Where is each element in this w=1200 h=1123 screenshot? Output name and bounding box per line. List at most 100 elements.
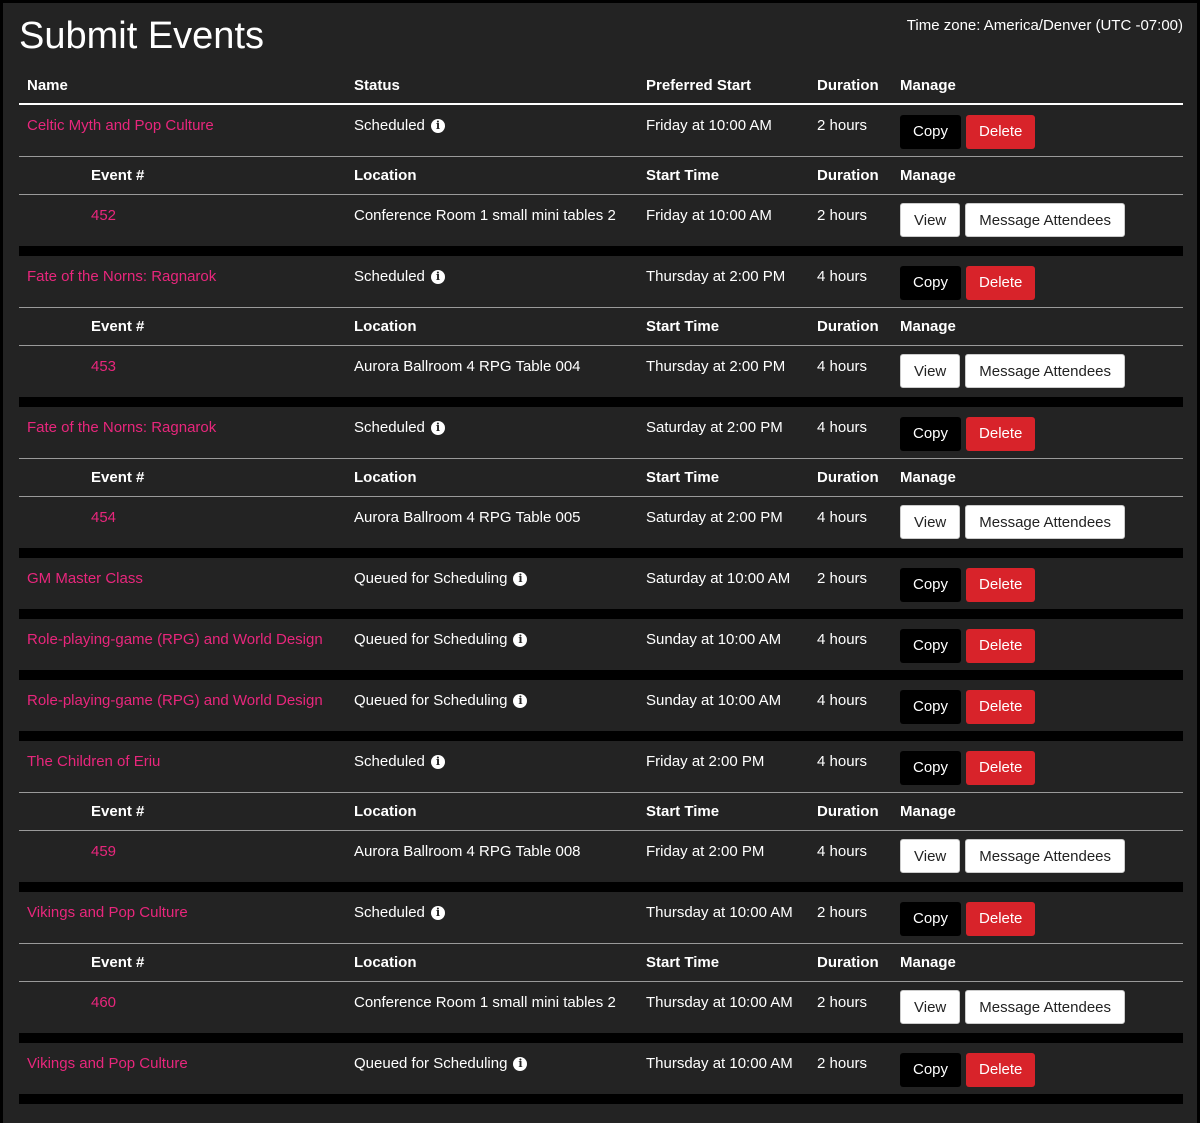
delete-button[interactable]: Delete: [966, 115, 1036, 149]
session-start-time: Friday at 10:00 AM: [646, 207, 772, 224]
event-status: Queued for Scheduling i: [354, 570, 528, 588]
header-manage: Manage: [900, 803, 956, 820]
message-attendees-button[interactable]: Message Attendees: [965, 990, 1126, 1024]
manage-actions: Copy Delete: [900, 1053, 1036, 1087]
copy-button[interactable]: Copy: [900, 629, 962, 663]
event-status: Scheduled i: [354, 753, 445, 771]
view-button[interactable]: View: [900, 354, 961, 388]
info-icon[interactable]: i: [430, 421, 445, 435]
header-location: Location: [354, 803, 417, 820]
session-manage-actions: View Message Attendees: [900, 839, 1126, 873]
message-attendees-button[interactable]: Message Attendees: [965, 203, 1126, 237]
view-button[interactable]: View: [900, 990, 961, 1024]
message-attendees-button[interactable]: Message Attendees: [965, 354, 1126, 388]
event-row: GM Master Class Queued for Scheduling i Sat…: [19, 558, 1183, 609]
duration: 2 hours: [817, 904, 868, 921]
session-duration: 2 hours: [817, 207, 868, 224]
delete-button[interactable]: Delete: [966, 1053, 1036, 1087]
session-duration: 4 hours: [817, 358, 868, 375]
event-number-link[interactable]: 460: [91, 994, 116, 1011]
view-button[interactable]: View: [900, 839, 961, 873]
header-status: Status: [354, 77, 400, 94]
duration: 2 hours: [817, 1055, 868, 1072]
event-number-cell: 452: [91, 207, 116, 225]
delete-button[interactable]: Delete: [966, 417, 1036, 451]
event-number-link[interactable]: 453: [91, 358, 116, 375]
page-title: Submit Events: [19, 15, 264, 57]
status-text: Scheduled: [354, 419, 425, 436]
info-icon[interactable]: i: [513, 694, 528, 708]
delete-button[interactable]: Delete: [966, 568, 1036, 602]
info-icon[interactable]: i: [430, 119, 445, 133]
message-attendees-button[interactable]: Message Attendees: [965, 505, 1126, 539]
copy-button[interactable]: Copy: [900, 902, 962, 936]
delete-button[interactable]: Delete: [966, 902, 1036, 936]
event-name-link[interactable]: Vikings and Pop Culture: [27, 1055, 188, 1072]
event-row: Vikings and Pop Culture Queued for Schedu…: [19, 1043, 1183, 1094]
row-separator: [19, 246, 1183, 256]
info-icon[interactable]: i: [513, 1057, 528, 1071]
view-button[interactable]: View: [900, 203, 961, 237]
event-status: Scheduled i: [354, 117, 445, 135]
event-row: Celtic Myth and Pop Culture Scheduled i Fri…: [19, 105, 1183, 156]
copy-button[interactable]: Copy: [900, 115, 962, 149]
preferred-start: Sunday at 10:00 AM: [646, 692, 782, 709]
view-button[interactable]: View: [900, 505, 961, 539]
event-row: Vikings and Pop Culture Scheduled i Thursda…: [19, 892, 1183, 943]
copy-button[interactable]: Copy: [900, 266, 962, 300]
event-number-link[interactable]: 452: [91, 207, 116, 224]
info-icon[interactable]: i: [513, 572, 528, 586]
duration: 4 hours: [817, 419, 868, 436]
copy-button[interactable]: Copy: [900, 417, 962, 451]
duration: 2 hours: [817, 117, 868, 134]
manage-actions: Copy Delete: [900, 629, 1036, 663]
header-location: Location: [354, 954, 417, 971]
event-name-link[interactable]: Fate of the Norns: Ragnarok: [27, 419, 216, 436]
event-name-link[interactable]: Fate of the Norns: Ragnarok: [27, 268, 216, 285]
session-location: Conference Room 1 small mini tables 2: [354, 994, 616, 1011]
delete-button[interactable]: Delete: [966, 690, 1036, 724]
duration: 4 hours: [817, 268, 868, 285]
session-duration: 4 hours: [817, 509, 868, 526]
info-icon[interactable]: i: [430, 755, 445, 769]
event-number-link[interactable]: 454: [91, 509, 116, 526]
header-duration: Duration: [817, 803, 879, 820]
event-name-link[interactable]: Celtic Myth and Pop Culture: [27, 117, 214, 134]
table-header: Name Status Preferred Start Duration Man…: [19, 66, 1183, 105]
message-attendees-button[interactable]: Message Attendees: [965, 839, 1126, 873]
event-number-cell: 460: [91, 994, 116, 1012]
preferred-start: Saturday at 2:00 PM: [646, 419, 783, 436]
event-status: Scheduled i: [354, 419, 445, 437]
event-name-link[interactable]: Role-playing-game (RPG) and World Design: [27, 631, 323, 648]
delete-button[interactable]: Delete: [966, 629, 1036, 663]
event-name-link[interactable]: The Children of Eriu: [27, 753, 160, 770]
header-manage: Manage: [900, 954, 956, 971]
session-duration: 4 hours: [817, 843, 868, 860]
status-text: Scheduled: [354, 753, 425, 770]
session-duration: 2 hours: [817, 994, 868, 1011]
event-name-link[interactable]: Role-playing-game (RPG) and World Design: [27, 692, 323, 709]
event-number-cell: 453: [91, 358, 116, 376]
status-text: Queued for Scheduling: [354, 692, 508, 709]
session-manage-actions: View Message Attendees: [900, 203, 1126, 237]
header-event-num: Event #: [91, 167, 145, 184]
event-number-link[interactable]: 459: [91, 843, 116, 860]
submit-events-page: Submit Events Time zone: America/Denver …: [3, 3, 1197, 1123]
delete-button[interactable]: Delete: [966, 266, 1036, 300]
event-name-link[interactable]: Vikings and Pop Culture: [27, 904, 188, 921]
event-name-link[interactable]: GM Master Class: [27, 570, 143, 587]
copy-button[interactable]: Copy: [900, 751, 962, 785]
header-start-time: Start Time: [646, 803, 720, 820]
copy-button[interactable]: Copy: [900, 1053, 962, 1087]
row-separator: [19, 882, 1183, 892]
events-table: Name Status Preferred Start Duration Man…: [19, 66, 1183, 1104]
copy-button[interactable]: Copy: [900, 568, 962, 602]
delete-button[interactable]: Delete: [966, 751, 1036, 785]
session-manage-actions: View Message Attendees: [900, 990, 1126, 1024]
info-icon[interactable]: i: [430, 906, 445, 920]
manage-actions: Copy Delete: [900, 751, 1036, 785]
copy-button[interactable]: Copy: [900, 690, 962, 724]
info-icon[interactable]: i: [430, 270, 445, 284]
header-start-time: Start Time: [646, 167, 720, 184]
info-icon[interactable]: i: [513, 633, 528, 647]
